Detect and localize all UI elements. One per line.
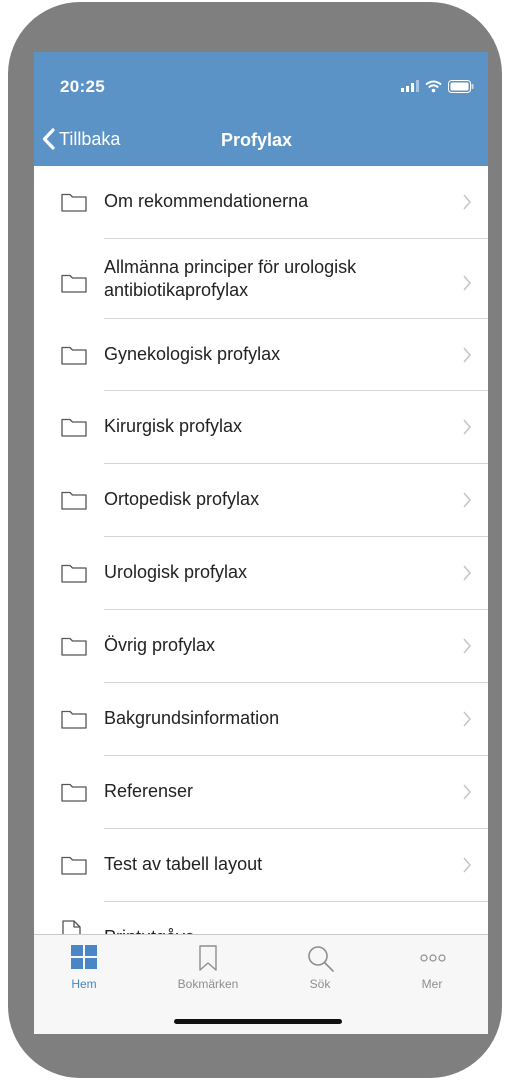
app-screen: 20:25 Tillbaka Profylax Om rekommendatio… bbox=[34, 52, 488, 1034]
list-item-label: Allmänna principer för urologisk antibio… bbox=[104, 257, 357, 300]
more-dots-icon bbox=[420, 954, 446, 962]
chevron-right-icon bbox=[463, 275, 471, 291]
list-item[interactable]: Gynekologisk profylax bbox=[34, 319, 488, 391]
tab-label: Mer bbox=[421, 977, 443, 991]
folder-icon bbox=[61, 564, 87, 583]
wifi-icon bbox=[425, 80, 442, 92]
folder-icon bbox=[61, 418, 87, 437]
list-item[interactable]: Urologisk profylax bbox=[34, 537, 488, 609]
list-item-label: Kirurgisk profylax bbox=[104, 416, 243, 436]
bookmark-icon bbox=[199, 945, 217, 971]
navigation-header: 20:25 Tillbaka Profylax bbox=[34, 52, 488, 166]
tab-search[interactable]: Sök bbox=[270, 935, 370, 995]
list-item-label: Övrig profylax bbox=[104, 635, 216, 655]
status-time: 20:25 bbox=[60, 77, 105, 96]
tab-home[interactable]: Hem bbox=[34, 935, 134, 995]
list-item-label: Test av tabell layout bbox=[104, 854, 263, 874]
tab-label: Hem bbox=[71, 977, 97, 991]
chevron-right-icon bbox=[463, 565, 471, 581]
search-icon bbox=[308, 946, 334, 972]
tab-label: Sök bbox=[309, 977, 331, 991]
grid-icon bbox=[71, 945, 97, 969]
page-title: Profylax bbox=[221, 130, 293, 150]
chevron-right-icon bbox=[463, 419, 471, 435]
list-item[interactable]: Referenser bbox=[34, 756, 488, 828]
tab-more[interactable]: Mer bbox=[382, 935, 482, 995]
list-item-label: Referenser bbox=[104, 781, 194, 801]
list-item-label: Gynekologisk profylax bbox=[104, 344, 281, 364]
battery-icon bbox=[448, 79, 474, 93]
chevron-right-icon bbox=[463, 347, 471, 363]
folder-icon bbox=[61, 856, 87, 875]
folder-icon bbox=[61, 783, 87, 802]
signal-icon bbox=[401, 80, 419, 92]
chevron-right-icon bbox=[463, 857, 471, 873]
folder-icon bbox=[61, 193, 87, 212]
chevron-right-icon bbox=[463, 784, 471, 800]
folder-icon bbox=[61, 710, 87, 729]
home-indicator bbox=[174, 1019, 342, 1024]
folder-icon bbox=[61, 491, 87, 510]
list-item-label: Om rekommendationerna bbox=[104, 191, 309, 211]
list-item[interactable]: Bakgrundsinformation bbox=[34, 683, 488, 755]
status-icons bbox=[401, 78, 474, 94]
list-item[interactable]: Ortopedisk profylax bbox=[34, 464, 488, 536]
chevron-right-icon bbox=[463, 492, 471, 508]
list-item-label: Ortopedisk profylax bbox=[104, 489, 260, 509]
document-icon bbox=[62, 920, 81, 934]
folder-list: Om rekommendationerna Allmänna principer… bbox=[34, 166, 488, 934]
chevron-right-icon bbox=[463, 638, 471, 654]
tab-label: Bokmärken bbox=[177, 977, 239, 991]
list-item-label: Printutgåva bbox=[104, 926, 444, 934]
list-item[interactable]: Allmänna principer för urologisk antibio… bbox=[34, 239, 488, 319]
list-item[interactable]: Kirurgisk profylax bbox=[34, 391, 488, 463]
list-item-label: Bakgrundsinformation bbox=[104, 708, 280, 728]
back-button[interactable]: Tillbaka bbox=[42, 124, 120, 154]
folder-icon bbox=[61, 274, 87, 293]
chevron-right-icon bbox=[463, 711, 471, 727]
tab-bookmarks[interactable]: Bokmärken bbox=[158, 935, 258, 995]
list-item[interactable]: Printutgåva bbox=[34, 902, 488, 934]
chevron-left-icon bbox=[42, 128, 55, 150]
back-label: Tillbaka bbox=[59, 128, 121, 149]
list-item-label: Urologisk profylax bbox=[104, 562, 248, 582]
list-item[interactable]: Om rekommendationerna bbox=[34, 166, 488, 238]
list-item[interactable]: Test av tabell layout bbox=[34, 829, 488, 901]
chevron-right-icon bbox=[463, 194, 471, 210]
folder-icon bbox=[61, 346, 87, 365]
folder-icon bbox=[61, 637, 87, 656]
list-item[interactable]: Övrig profylax bbox=[34, 610, 488, 682]
